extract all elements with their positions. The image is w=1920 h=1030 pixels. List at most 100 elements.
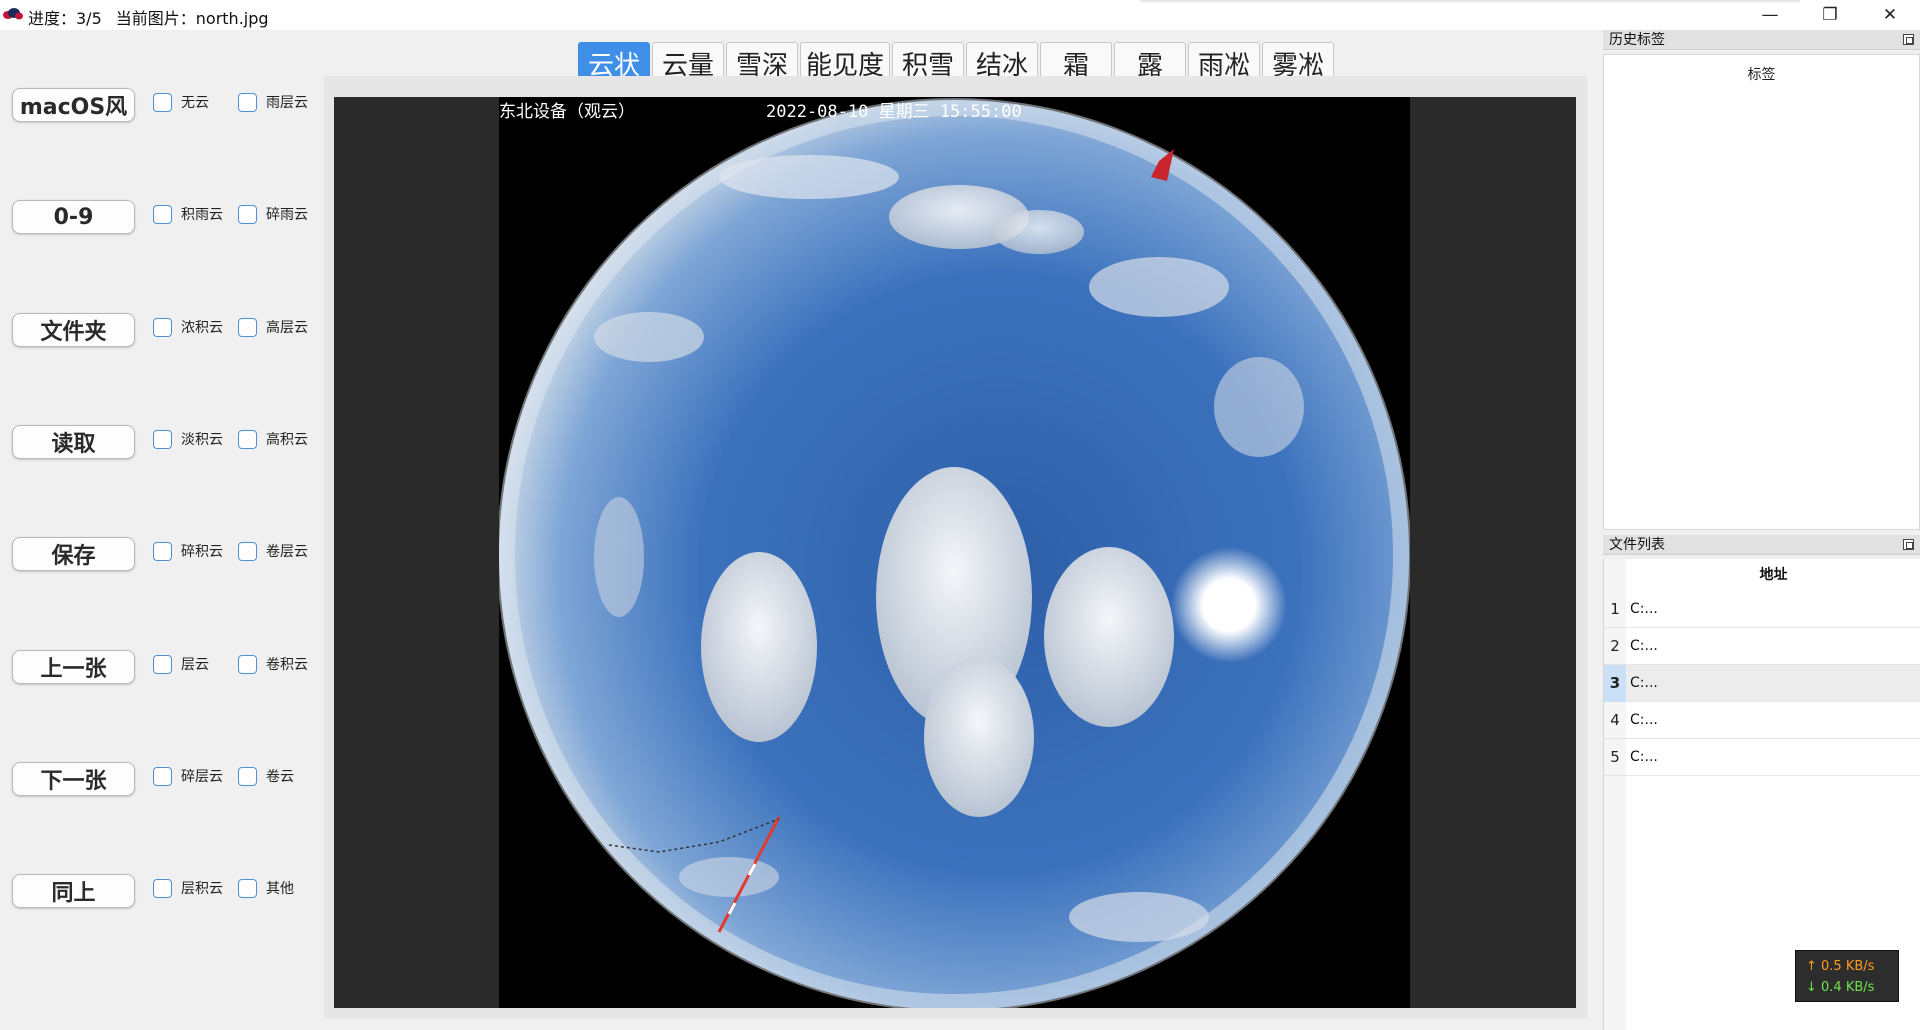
checkbox-label: 碎积云	[181, 544, 223, 560]
checkbox-label: 层积云	[181, 881, 223, 897]
checkbox-label: 碎雨云	[266, 207, 308, 223]
action-button[interactable]: 保存	[12, 537, 135, 571]
history-list[interactable]: 标签	[1603, 54, 1920, 530]
checkbox-box[interactable]	[153, 429, 172, 449]
file-row[interactable]: 3 C:...	[1604, 665, 1920, 702]
control-row: 同上 层积云 其他	[0, 872, 324, 912]
cloud-type-checkbox[interactable]: 碎雨云	[238, 204, 308, 224]
current-image-text: 当前图片：north.jpg	[115, 9, 269, 28]
control-row: 读取 淡积云 高积云	[0, 423, 324, 463]
image-viewport[interactable]	[334, 97, 1576, 1008]
app-logo-icon	[3, 8, 23, 20]
action-button[interactable]: 同上	[12, 874, 135, 908]
checkbox-label: 卷积云	[266, 657, 308, 673]
checkbox-box[interactable]	[153, 654, 172, 674]
cloud-type-checkbox[interactable]: 高层云	[238, 317, 308, 337]
checkbox-box[interactable]	[238, 204, 257, 224]
file-path: C:...	[1630, 638, 1658, 654]
checkbox-label: 碎层云	[181, 769, 223, 785]
cloud-type-checkbox[interactable]: 卷积云	[238, 654, 308, 674]
cloud-type-checkbox[interactable]: 积雨云	[153, 204, 223, 224]
close-button[interactable]: ✕	[1860, 0, 1920, 30]
checkbox-label: 高积云	[266, 432, 308, 448]
control-row: 保存 碎积云 卷层云	[0, 535, 324, 575]
row-number: 5	[1610, 748, 1620, 766]
cloud-type-checkbox[interactable]: 高积云	[238, 429, 308, 449]
all-sky-photo	[499, 98, 1410, 1008]
row-number: 2	[1610, 637, 1620, 655]
checkbox-box[interactable]	[238, 766, 257, 786]
control-row: 上一张 层云 卷积云	[0, 648, 324, 688]
checkbox-box[interactable]	[153, 92, 172, 112]
cloud-type-checkbox[interactable]: 无云	[153, 92, 209, 112]
checkbox-label: 其他	[266, 881, 294, 897]
checkbox-box[interactable]	[153, 541, 172, 561]
history-dock-header: 历史标签	[1603, 30, 1920, 50]
action-button[interactable]: 文件夹	[12, 313, 135, 347]
files-dock-header: 文件列表	[1603, 535, 1920, 555]
checkbox-label: 卷层云	[266, 544, 308, 560]
cloud-type-checkbox[interactable]: 卷云	[238, 766, 294, 786]
action-button[interactable]: macOS风	[12, 88, 135, 122]
checkbox-label: 浓积云	[181, 320, 223, 336]
cloud-type-checkbox[interactable]: 淡积云	[153, 429, 223, 449]
upload-speed: ↑ 0.5 KB/s	[1806, 959, 1875, 974]
cloud-type-checkbox[interactable]: 雨层云	[238, 92, 308, 112]
cloud-type-checkbox[interactable]: 碎积云	[153, 541, 223, 561]
cloud-type-checkbox[interactable]: 其他	[238, 878, 294, 898]
file-row[interactable]: 5 C:...	[1604, 739, 1920, 776]
action-button[interactable]: 下一张	[12, 762, 135, 796]
image-caption-overlay: 东北设备（观云） 2022-08-10 星期三 15:55:00	[334, 97, 1076, 123]
title-bar: 进度：3/5 当前图片：north.jpg — ❐ ✕	[0, 0, 1920, 30]
checkbox-label: 积雨云	[181, 207, 223, 223]
file-row[interactable]: 2 C:...	[1604, 628, 1920, 665]
control-row: macOS风 无云 雨层云	[0, 86, 324, 126]
action-button[interactable]: 0-9	[12, 200, 135, 234]
file-path: C:...	[1630, 675, 1658, 691]
action-button[interactable]: 读取	[12, 425, 135, 459]
file-path: C:...	[1630, 601, 1658, 617]
address-column-header[interactable]: 地址	[1626, 559, 1920, 591]
checkbox-box[interactable]	[238, 541, 257, 561]
download-speed: ↓ 0.4 KB/s	[1806, 980, 1875, 995]
window-title: 进度：3/5 当前图片：north.jpg	[28, 5, 269, 29]
control-row: 下一张 碎层云 卷云	[0, 760, 324, 800]
device-caption: 东北设备（观云）	[499, 102, 635, 122]
checkbox-box[interactable]	[153, 204, 172, 224]
cloud-type-checkbox[interactable]: 层云	[153, 654, 209, 674]
history-column-header: 标签	[1747, 67, 1776, 83]
checkbox-box[interactable]	[153, 317, 172, 337]
cloud-type-checkbox[interactable]: 碎层云	[153, 766, 223, 786]
checkbox-box[interactable]	[238, 92, 257, 112]
checkbox-box[interactable]	[238, 317, 257, 337]
checkbox-box[interactable]	[238, 654, 257, 674]
dock-float-icon[interactable]	[1903, 34, 1914, 45]
file-path: C:...	[1630, 712, 1658, 728]
checkbox-box[interactable]	[153, 766, 172, 786]
action-button[interactable]: 上一张	[12, 650, 135, 684]
cloud-type-checkbox[interactable]: 层积云	[153, 878, 223, 898]
checkbox-box[interactable]	[238, 878, 257, 898]
checkbox-label: 无云	[181, 95, 209, 111]
dock-float-icon[interactable]	[1903, 539, 1914, 550]
file-row[interactable]: 4 C:...	[1604, 702, 1920, 739]
row-number: 1	[1610, 600, 1620, 618]
progress-text: 进度：3/5	[28, 9, 102, 28]
timestamp-caption: 2022-08-10 星期三 15:55:00	[766, 102, 1022, 122]
cloud-type-checkbox[interactable]: 卷层云	[238, 541, 308, 561]
file-row[interactable]: 1 C:...	[1604, 591, 1920, 628]
cloud-type-checkbox[interactable]: 浓积云	[153, 317, 223, 337]
control-row: 0-9 积雨云 碎雨云	[0, 198, 324, 238]
row-number: 3	[1604, 665, 1626, 702]
control-row: 文件夹 浓积云 高层云	[0, 311, 324, 351]
maximize-button[interactable]: ❐	[1800, 0, 1860, 30]
minimize-button[interactable]: —	[1740, 0, 1800, 30]
checkbox-label: 层云	[181, 657, 209, 673]
network-speed-widget: ↑ 0.5 KB/s ↓ 0.4 KB/s	[1795, 950, 1899, 1002]
history-tags-dock: 历史标签 标签	[1603, 30, 1920, 530]
row-number: 4	[1610, 711, 1620, 729]
checkbox-box[interactable]	[153, 878, 172, 898]
checkbox-box[interactable]	[238, 429, 257, 449]
files-dock-title: 文件列表	[1609, 537, 1665, 553]
checkbox-label: 淡积云	[181, 432, 223, 448]
